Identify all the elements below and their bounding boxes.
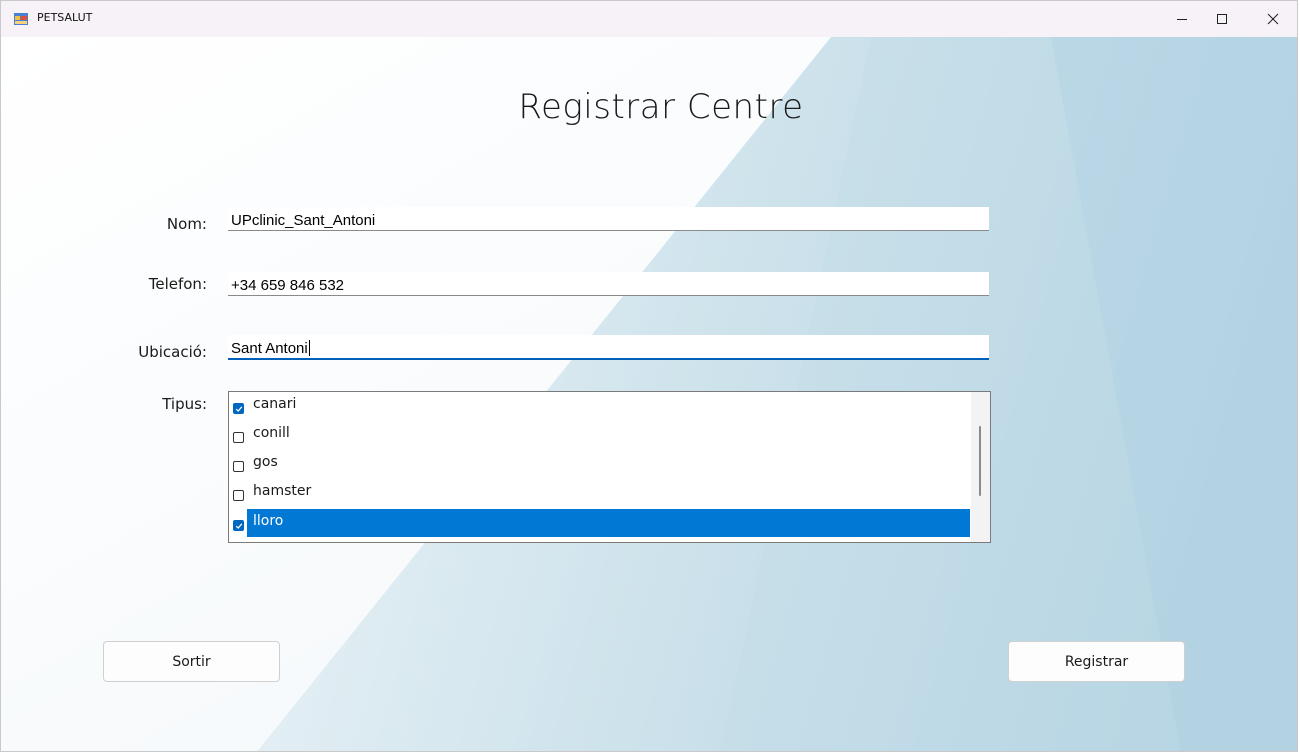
list-item-gos[interactable]: gos <box>229 450 971 478</box>
app-window: PETSALUT Registrar Centre Nom: UPclinic_… <box>0 0 1298 752</box>
list-scrollbar[interactable] <box>971 392 990 542</box>
ubicacio-label: Ubicació: <box>138 343 207 361</box>
nom-label: Nom: <box>166 215 207 233</box>
title-bar[interactable]: PETSALUT <box>1 1 1297 37</box>
telefon-label: Telefon: <box>148 275 207 293</box>
minimize-icon <box>1177 19 1187 20</box>
form-icon <box>14 13 28 25</box>
page-title: Registrar Centre <box>518 87 804 127</box>
checkbox-unchecked-icon[interactable] <box>233 461 244 472</box>
list-item-label: conill <box>253 425 290 441</box>
ubicacio-input-value: Sant Antoni <box>231 340 308 357</box>
nom-input-value: UPclinic_Sant_Antoni <box>231 212 376 229</box>
ubicacio-input[interactable]: Sant Antoni <box>228 335 989 360</box>
window-title: PETSALUT <box>37 11 93 24</box>
checkbox-unchecked-icon[interactable] <box>233 490 244 501</box>
checkbox-unchecked-icon[interactable] <box>233 432 244 443</box>
form-client-area: Registrar Centre Nom: UPclinic_Sant_Anto… <box>1 37 1297 751</box>
list-item-label: hamster <box>253 483 312 499</box>
list-item-label: canari <box>253 396 297 412</box>
checkbox-checked-icon[interactable] <box>233 403 244 414</box>
maximize-button[interactable] <box>1199 1 1245 37</box>
list-item-label: gos <box>253 454 278 470</box>
registrar-button[interactable]: Registrar <box>1008 641 1185 682</box>
tipus-label: Tipus: <box>162 395 207 413</box>
maximize-icon <box>1217 14 1227 24</box>
list-item-lloro[interactable]: lloro <box>229 509 971 537</box>
telefon-input[interactable]: +34 659 846 532 <box>228 272 989 296</box>
list-item-conill[interactable]: conill <box>229 421 971 449</box>
list-item-canari[interactable]: canari <box>229 392 971 420</box>
checkbox-checked-icon[interactable] <box>233 520 244 531</box>
close-icon <box>1267 13 1279 25</box>
telefon-input-value: +34 659 846 532 <box>231 277 345 294</box>
close-button[interactable] <box>1250 1 1296 37</box>
selection-highlight <box>247 509 970 537</box>
scrollbar-thumb[interactable] <box>979 426 981 496</box>
nom-input[interactable]: UPclinic_Sant_Antoni <box>228 207 989 231</box>
tipus-checked-list[interactable]: canari conill gos hamster lloro <box>228 391 991 543</box>
text-caret <box>308 340 310 356</box>
list-item-label: lloro <box>253 513 284 529</box>
list-item-hamster[interactable]: hamster <box>229 479 971 507</box>
sortir-button[interactable]: Sortir <box>103 641 280 682</box>
